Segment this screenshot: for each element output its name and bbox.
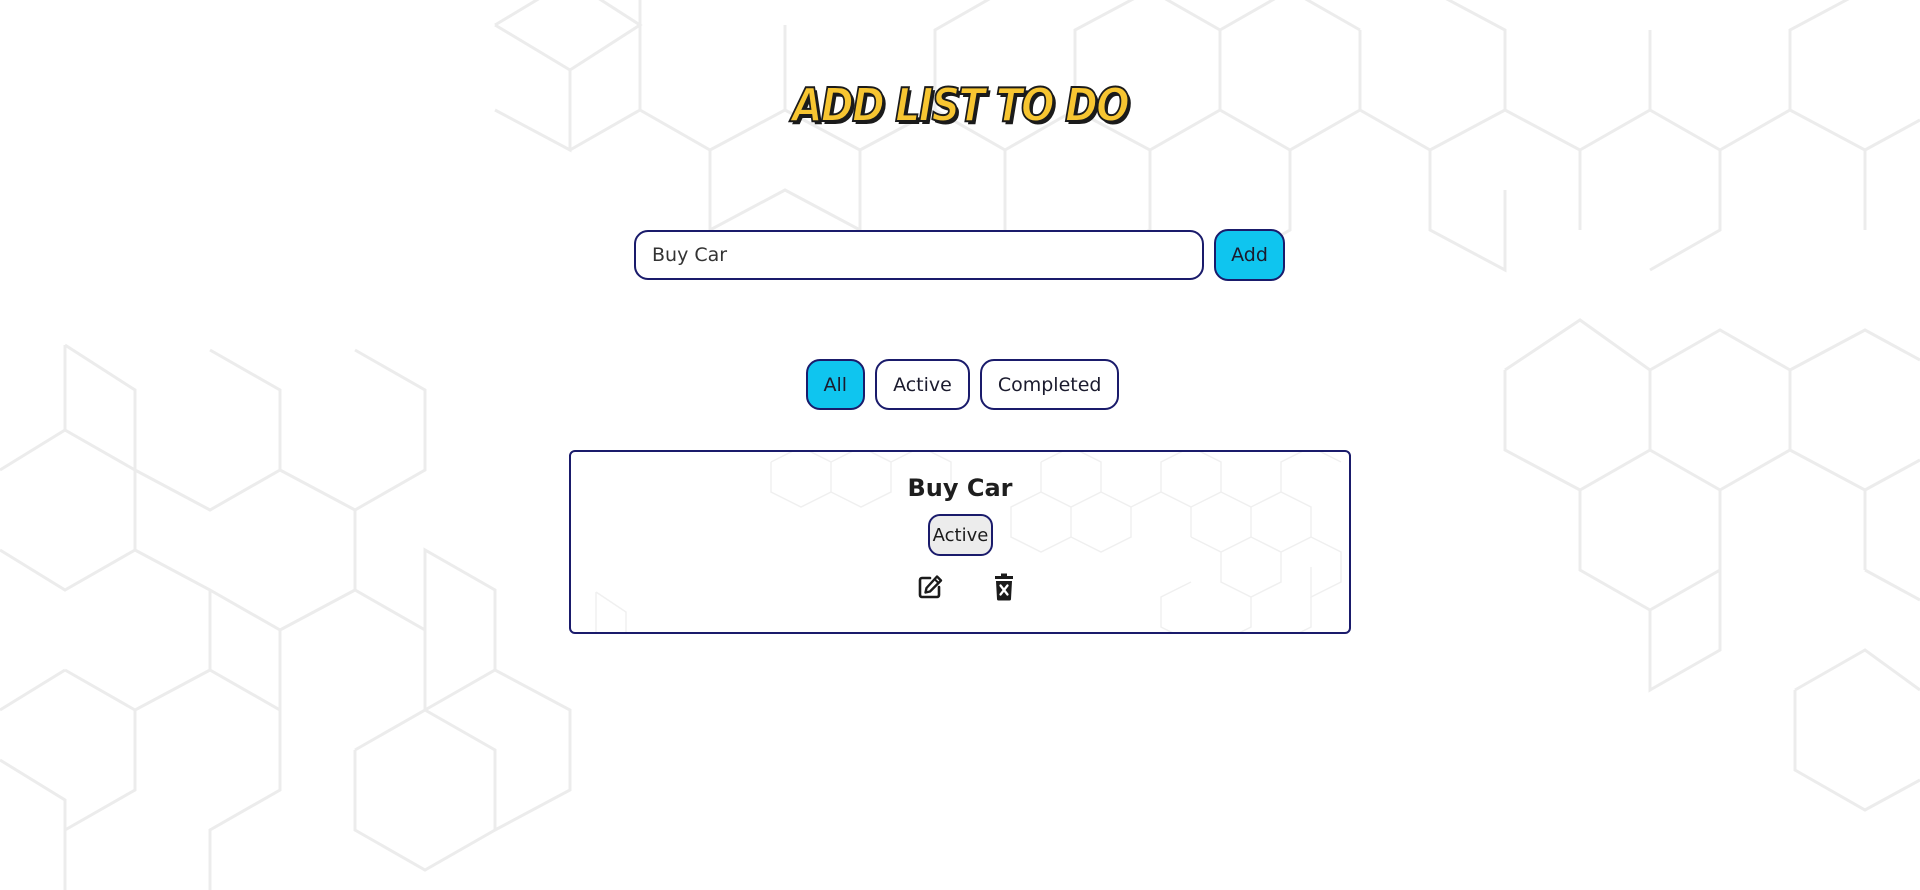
todo-input[interactable] xyxy=(634,230,1204,280)
add-todo-form: Add xyxy=(634,229,1286,281)
task-status-toggle[interactable]: Active xyxy=(928,514,993,556)
delete-button[interactable] xyxy=(989,572,1019,602)
edit-button[interactable] xyxy=(915,572,945,602)
filter-bar: All Active Completed xyxy=(0,359,1920,410)
todo-app: Add List To Do Add All Active Completed xyxy=(0,0,1920,890)
task-title: Buy Car xyxy=(907,474,1013,502)
trash-icon xyxy=(995,573,1013,601)
page-title: Add List To Do xyxy=(791,77,1130,133)
filter-all-button[interactable]: All xyxy=(805,359,866,410)
task-card: Buy Car Active xyxy=(569,450,1351,634)
add-button[interactable]: Add xyxy=(1214,229,1285,281)
edit-icon xyxy=(918,575,943,599)
filter-active-button[interactable]: Active xyxy=(875,359,970,410)
filter-completed-button[interactable]: Completed xyxy=(979,359,1120,410)
